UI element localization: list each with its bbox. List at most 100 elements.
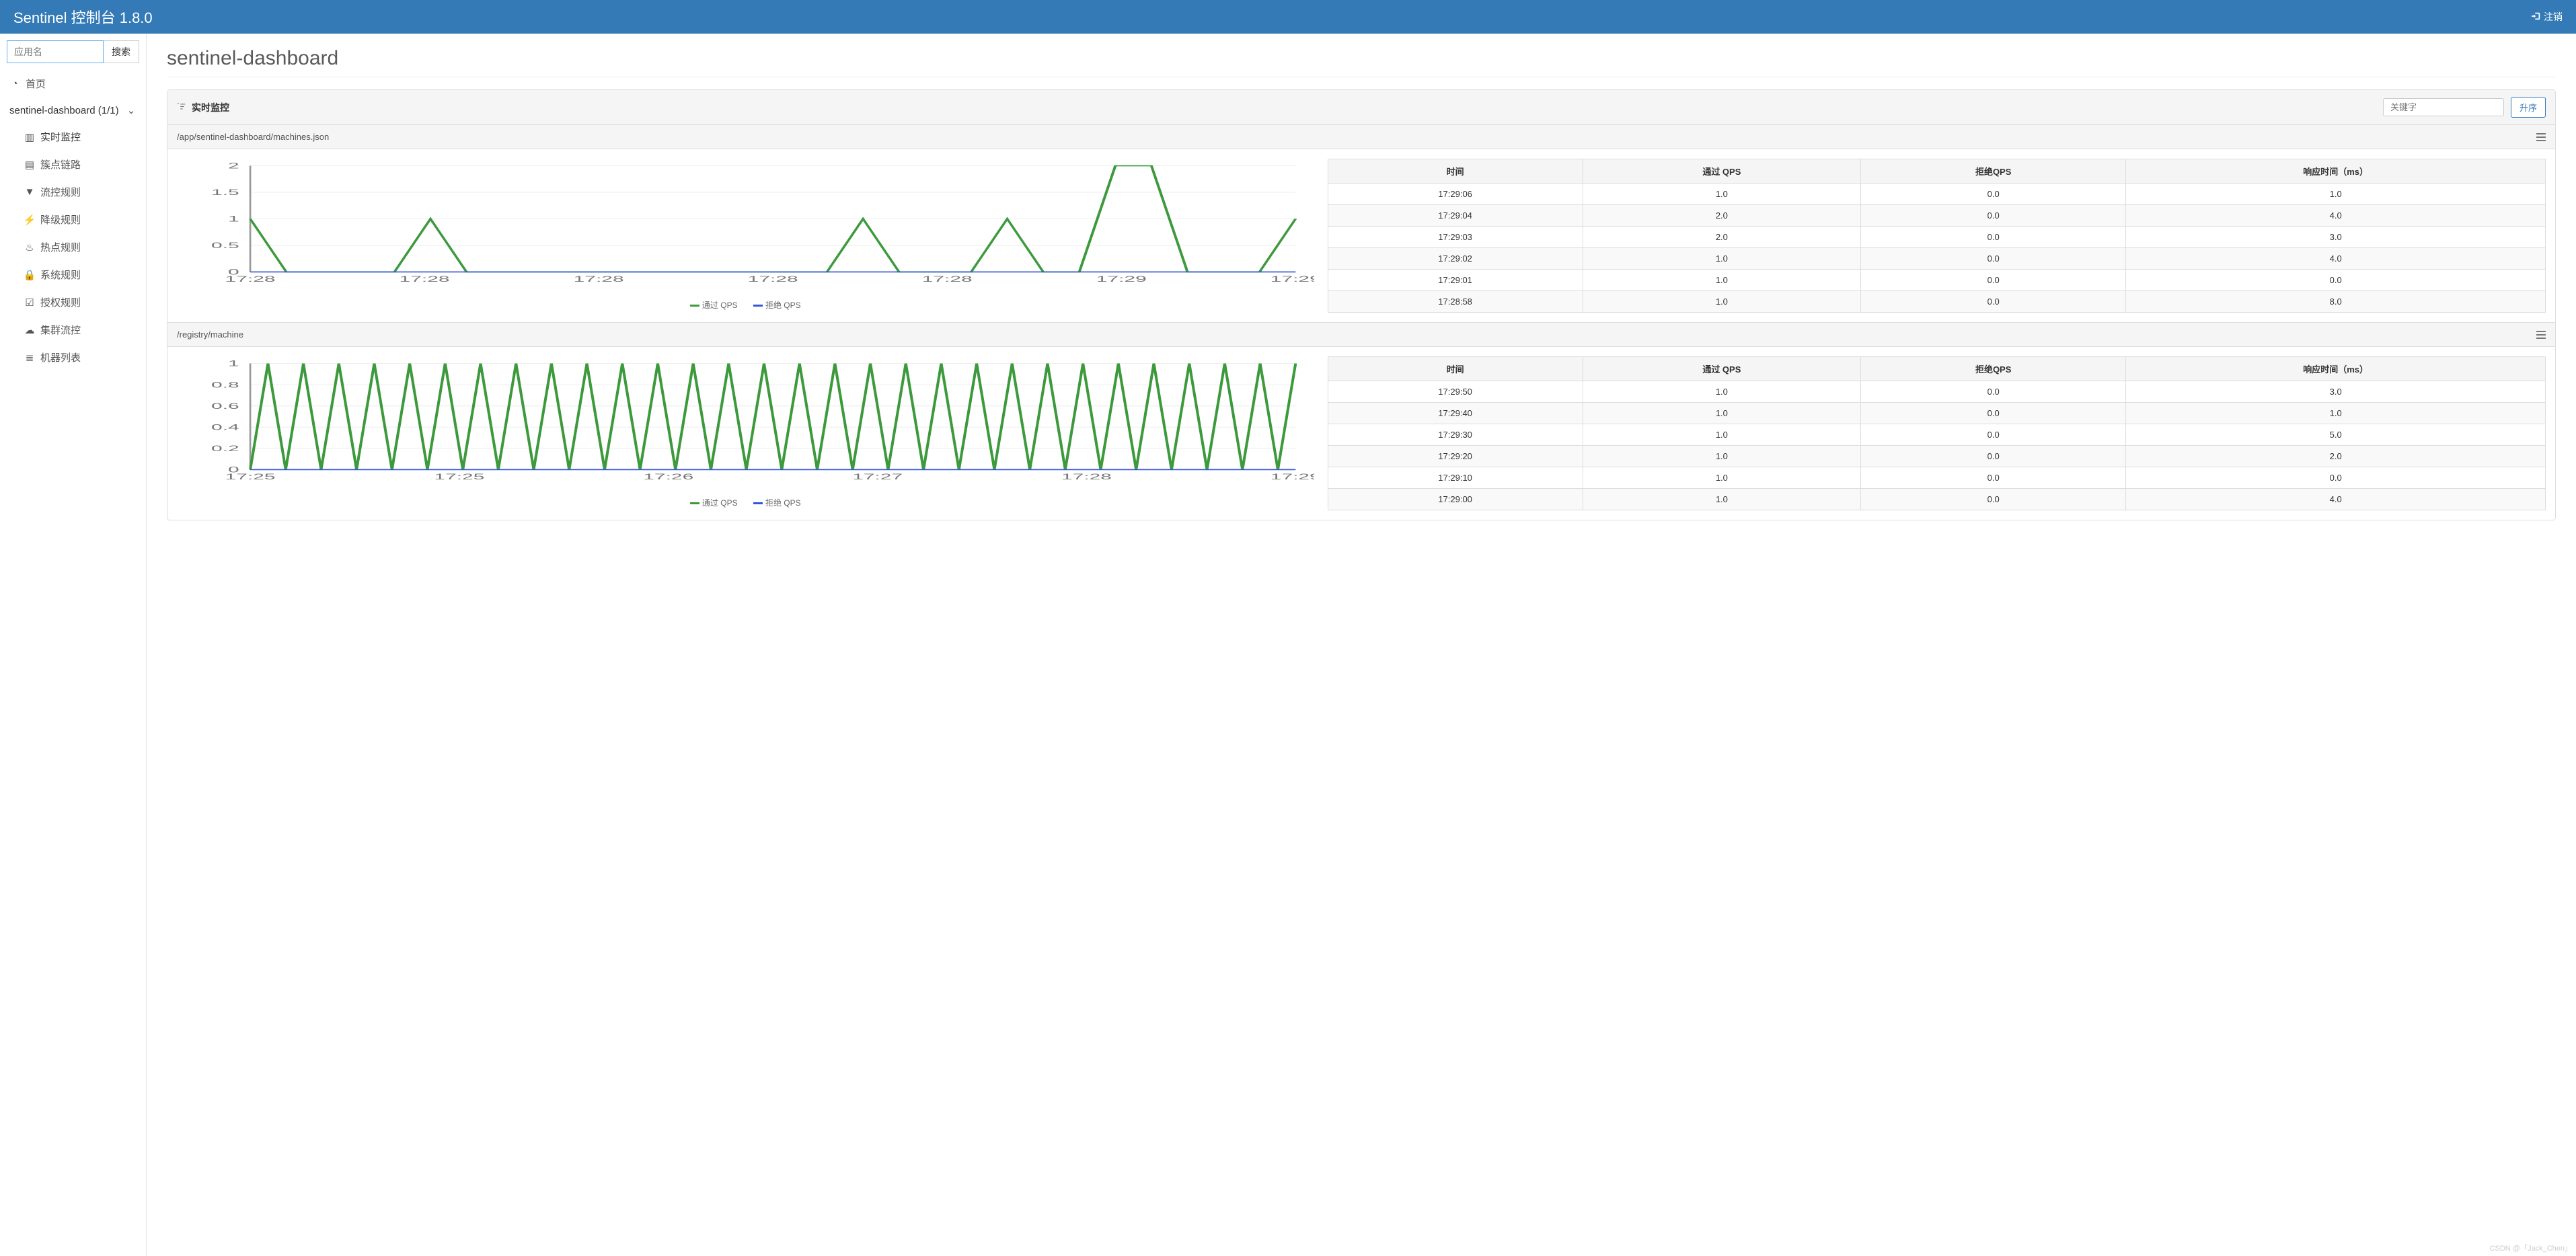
filter-icon: ▼ xyxy=(24,186,35,198)
card-title: /app/sentinel-dashboard/machines.json xyxy=(177,132,329,142)
col-rt: 响应时间（ms） xyxy=(2126,357,2546,381)
nav-app-name: sentinel-dashboard (1/1) xyxy=(9,105,119,116)
sort-icon xyxy=(177,102,186,113)
main-content: sentinel-dashboard 实时监控 升序 /app/sentinel… xyxy=(147,34,2576,1256)
col-pass: 通过 QPS xyxy=(1583,159,1860,184)
logout-icon xyxy=(2532,11,2541,23)
table-row: 17:29:032.00.03.0 xyxy=(1328,227,2545,248)
table-row: 17:29:301.00.05.0 xyxy=(1328,424,2545,446)
svg-text:17:28: 17:28 xyxy=(748,274,798,283)
col-rt: 响应时间（ms） xyxy=(2126,159,2546,184)
watermark: CSDN @「Jack_Chen」 xyxy=(2490,1243,2572,1253)
nav-degrade-rule[interactable]: ⚡降级规则 xyxy=(0,206,146,233)
dashboard-icon: ◔ xyxy=(9,78,20,89)
bolt-icon: ⚡ xyxy=(24,214,35,226)
list-icon: ▤ xyxy=(24,159,35,171)
svg-text:17:29: 17:29 xyxy=(1271,472,1314,481)
keyword-input[interactable] xyxy=(2383,98,2504,116)
nav-item-label: 集群流控 xyxy=(40,323,81,337)
nav-hotspot-rule[interactable]: ♨ 热点规则 xyxy=(0,233,146,261)
nav-auth-rule[interactable]: ☑ 授权规则 xyxy=(0,288,146,316)
nav-item-label: 热点规则 xyxy=(40,240,81,254)
metric-card: /registry/machine 00.20.40.60.8117:2517:… xyxy=(167,322,2555,520)
svg-text:17:25: 17:25 xyxy=(434,472,484,481)
nav-cluster-node[interactable]: ▤ 簇点链路 xyxy=(0,151,146,178)
svg-text:17:25: 17:25 xyxy=(225,472,276,481)
svg-text:17:26: 17:26 xyxy=(643,472,693,481)
card-header: /app/sentinel-dashboard/machines.json xyxy=(167,125,2555,149)
card-header: /registry/machine xyxy=(167,323,2555,347)
app-search-button[interactable]: 搜索 xyxy=(104,40,139,63)
nav-item-label: 簇点链路 xyxy=(40,157,81,171)
panel-title: 实时监控 xyxy=(192,101,229,114)
metric-table: 时间 通过 QPS 拒绝QPS 响应时间（ms） 17:29:501.00.03… xyxy=(1328,356,2546,510)
nav-item-label: 系统规则 xyxy=(40,268,81,282)
fire-icon: ♨ xyxy=(24,241,35,253)
nav-flow-rule[interactable]: ▼ 流控规则 xyxy=(0,178,146,206)
svg-text:17:28: 17:28 xyxy=(922,274,973,283)
check-circle-icon: ☑ xyxy=(24,297,35,309)
server-icon: ≣ xyxy=(24,352,35,364)
svg-text:17:28: 17:28 xyxy=(574,274,624,283)
chevron-down-icon: ⌄ xyxy=(126,104,137,116)
chart-legend: 通过 QPS 拒绝 QPS xyxy=(177,299,1314,311)
col-time: 时间 xyxy=(1328,159,1583,184)
nav-realtime[interactable]: ▥ 实时监控 xyxy=(0,123,146,151)
nav-item-label: 授权规则 xyxy=(40,295,81,309)
svg-text:17:29: 17:29 xyxy=(1096,274,1147,283)
chart: 00.511.5217:2817:2817:2817:2817:2817:291… xyxy=(177,159,1314,313)
logout-link[interactable]: 注销 xyxy=(2532,10,2563,24)
topbar: Sentinel 控制台 1.8.0 注销 xyxy=(0,0,2576,34)
svg-text:17:28: 17:28 xyxy=(225,274,276,283)
svg-text:0.6: 0.6 xyxy=(211,401,239,410)
app-search-input[interactable] xyxy=(7,40,104,63)
nav-item-label: 流控规则 xyxy=(40,185,81,199)
nav-system-rule[interactable]: 🔒 系统规则 xyxy=(0,261,146,288)
table-row: 17:29:042.00.04.0 xyxy=(1328,205,2545,227)
table-row: 17:28:581.00.08.0 xyxy=(1328,291,2545,313)
svg-text:17:28: 17:28 xyxy=(400,274,450,283)
card-title: /registry/machine xyxy=(177,329,243,340)
nav-app-header[interactable]: sentinel-dashboard (1/1) ⌄ xyxy=(0,97,146,123)
svg-text:0.5: 0.5 xyxy=(211,241,239,249)
nav-item-label: 机器列表 xyxy=(40,350,81,364)
chart-bar-icon: ▥ xyxy=(24,131,35,143)
table-row: 17:29:401.00.01.0 xyxy=(1328,403,2545,424)
svg-text:2: 2 xyxy=(228,161,239,170)
svg-text:1: 1 xyxy=(228,359,239,368)
logout-label: 注销 xyxy=(2544,10,2563,24)
sidebar: 搜索 ◔ 首页 sentinel-dashboard (1/1) ⌄ ▥ 实时监控… xyxy=(0,34,147,1256)
table-row: 17:29:001.00.04.0 xyxy=(1328,489,2545,510)
svg-text:0.2: 0.2 xyxy=(211,444,239,453)
svg-text:0.4: 0.4 xyxy=(211,423,239,432)
col-pass: 通过 QPS xyxy=(1583,357,1860,381)
table-row: 17:29:501.00.03.0 xyxy=(1328,381,2545,403)
table-row: 17:29:011.00.00.0 xyxy=(1328,270,2545,291)
hamburger-icon[interactable] xyxy=(2536,331,2546,339)
sort-button[interactable]: 升序 xyxy=(2511,97,2546,118)
col-reject: 拒绝QPS xyxy=(1861,159,2126,184)
table-row: 17:29:021.00.04.0 xyxy=(1328,248,2545,270)
metric-table: 时间 通过 QPS 拒绝QPS 响应时间（ms） 17:29:061.00.01… xyxy=(1328,159,2546,313)
nav-home-label: 首页 xyxy=(26,77,46,91)
svg-text:1.5: 1.5 xyxy=(211,188,239,197)
table-row: 17:29:201.00.02.0 xyxy=(1328,446,2545,467)
nav-machines[interactable]: ≣ 机器列表 xyxy=(0,344,146,371)
svg-text:17:27: 17:27 xyxy=(852,472,903,481)
hamburger-icon[interactable] xyxy=(2536,133,2546,141)
cards-container: /app/sentinel-dashboard/machines.json 00… xyxy=(167,125,2555,520)
table-row: 17:29:101.00.00.0 xyxy=(1328,467,2545,489)
brand-title: Sentinel 控制台 1.8.0 xyxy=(13,6,153,28)
col-time: 时间 xyxy=(1328,357,1583,381)
chart-legend: 通过 QPS 拒绝 QPS xyxy=(177,497,1314,508)
nav-cluster-flow[interactable]: ☁ 集群流控 xyxy=(0,316,146,344)
nav-home[interactable]: ◔ 首页 xyxy=(0,70,146,97)
app-search: 搜索 xyxy=(0,34,146,70)
chart: 00.20.40.60.8117:2517:2517:2617:2717:281… xyxy=(177,356,1314,510)
monitor-panel: 实时监控 升序 /app/sentinel-dashboard/machines… xyxy=(167,89,2556,520)
metric-card: /app/sentinel-dashboard/machines.json 00… xyxy=(167,125,2555,322)
lock-icon: 🔒 xyxy=(24,269,35,281)
panel-header: 实时监控 升序 xyxy=(167,90,2555,125)
cloud-icon: ☁ xyxy=(24,324,35,336)
nav-item-label: 实时监控 xyxy=(40,130,81,144)
